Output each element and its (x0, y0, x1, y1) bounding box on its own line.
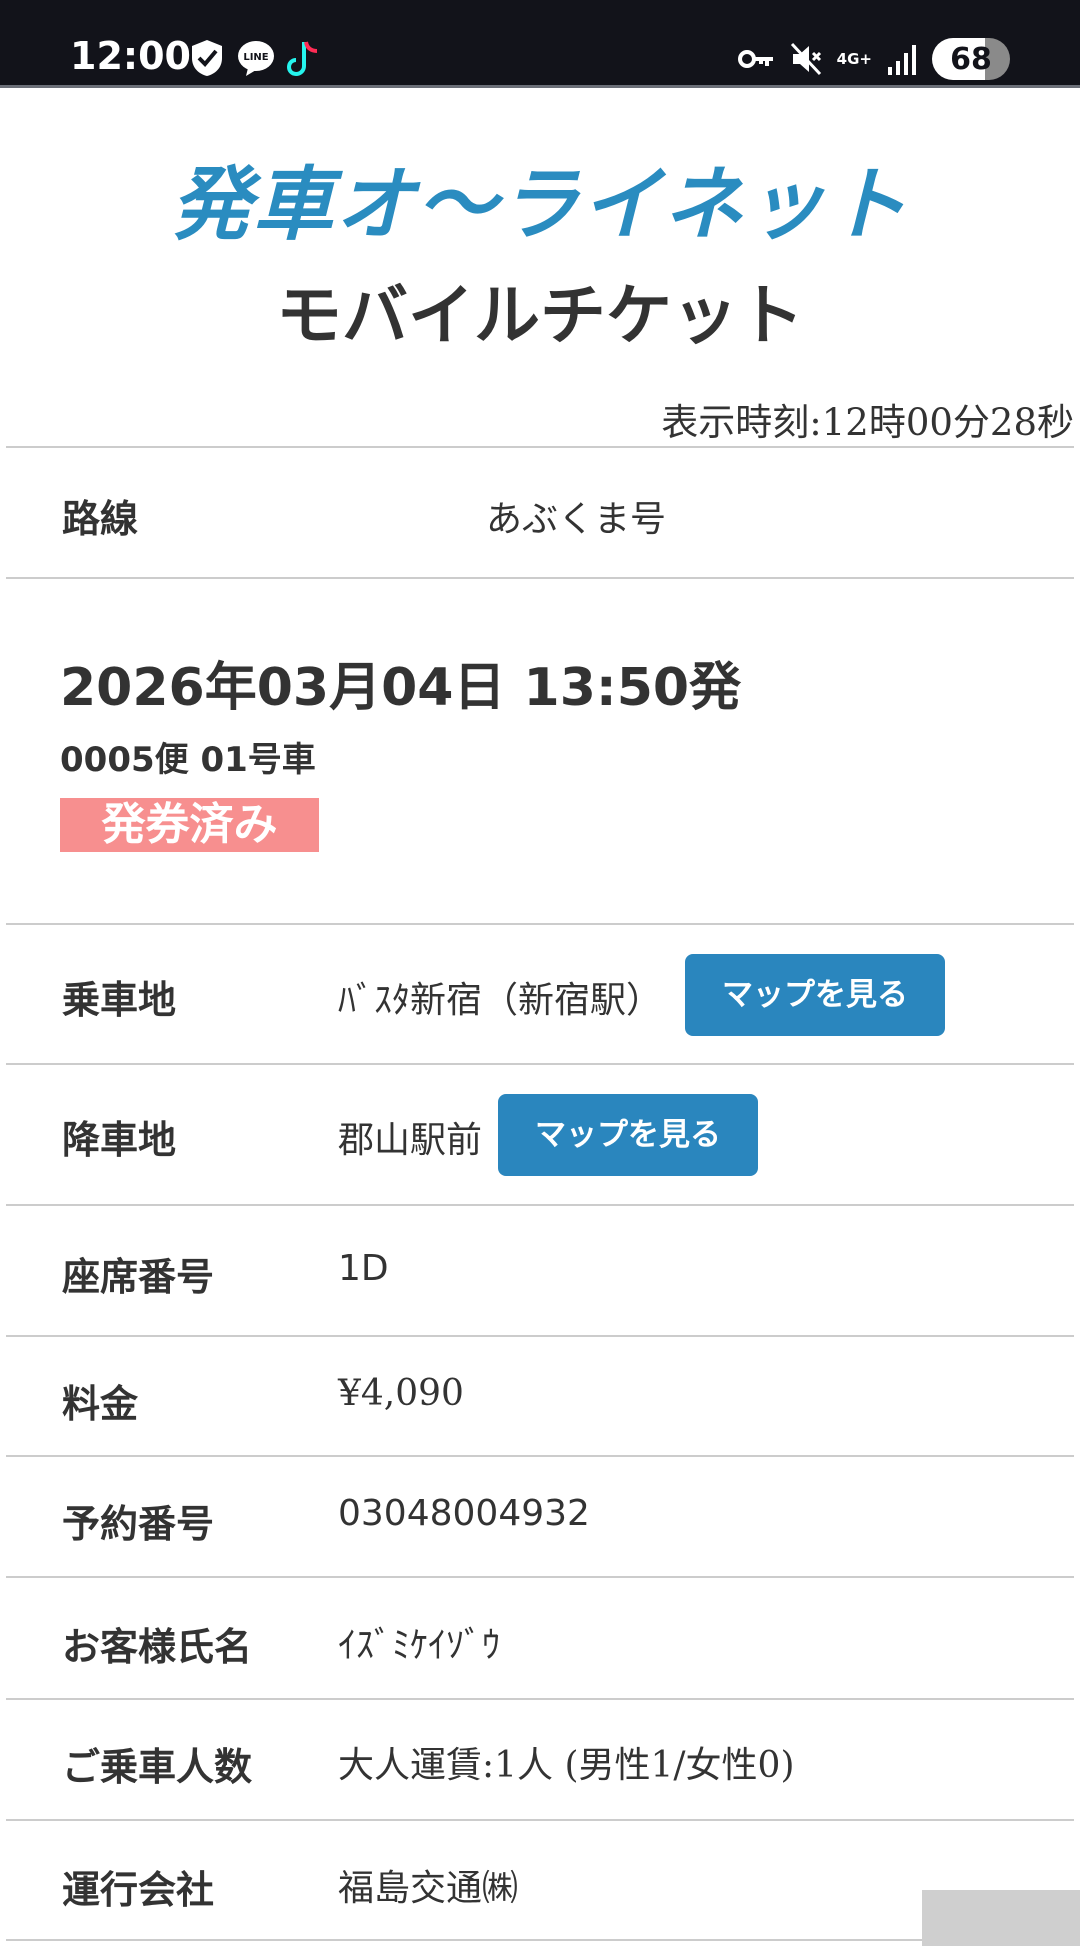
tiktok-icon (286, 38, 320, 78)
key-icon (737, 39, 775, 79)
status-left-icons: LINE (188, 38, 320, 78)
status-badge: 発券済み (60, 798, 319, 852)
operator-label: 運行会社 (62, 1868, 215, 1912)
alighting-value: 郡山駅前 (338, 1120, 483, 1161)
page-title: モバイルチケット (276, 277, 804, 354)
operator-row: 運行会社 福島交通㈱ (6, 1819, 1074, 1941)
boarding-map-button[interactable]: マップを見る (685, 954, 945, 1036)
boarding-value: ﾊﾞｽﾀ新宿（新宿駅） (338, 980, 663, 1021)
alighting-label: 降車地 (62, 1118, 177, 1162)
seat-row: 座席番号 1D (6, 1204, 1074, 1335)
fare-label: 料金 (62, 1382, 139, 1426)
alighting-map-button[interactable]: マップを見る (498, 1094, 758, 1176)
passengers-value: 大人運賃:1人 (男性1/女性0) (338, 1745, 795, 1786)
customer-value: ｲｽﾞﾐｹｲｿﾞｳ (338, 1625, 500, 1666)
scrollbar-thumb[interactable] (922, 1890, 1080, 1946)
boarding-row: 乗車地 ﾊﾞｽﾀ新宿（新宿駅） マップを見る (6, 923, 1074, 1063)
signal-icon (886, 39, 918, 79)
reservation-value: 03048004932 (338, 1493, 590, 1534)
boarding-label: 乗車地 (62, 978, 177, 1022)
shield-check-icon (188, 38, 226, 78)
display-time: 表示時刻:12時00分28秒 (661, 401, 1074, 444)
customer-label: お客様氏名 (62, 1625, 253, 1669)
status-right-icons: 4G+ 68 (737, 38, 1010, 80)
line-app-icon: LINE (236, 38, 276, 78)
route-row: 路線 あぶくま号 (6, 446, 1074, 577)
brand-logo: 発車オ～ライネット (171, 158, 909, 251)
svg-text:LINE: LINE (243, 52, 268, 63)
seat-value: 1D (338, 1248, 389, 1289)
seat-label: 座席番号 (62, 1255, 215, 1299)
battery-level: 68 (950, 41, 992, 77)
route-label: 路線 (62, 497, 139, 541)
reservation-row: 予約番号 03048004932 (6, 1455, 1074, 1576)
mute-icon (789, 39, 823, 79)
battery-indicator: 68 (932, 38, 1010, 80)
status-time: 12:00 (70, 34, 191, 78)
bus-number: 0005便 01号車 (60, 740, 316, 780)
reservation-label: 予約番号 (62, 1502, 215, 1546)
passengers-label: ご乗車人数 (62, 1745, 253, 1789)
status-bar: 12:00 LINE 4G+ 68 (0, 0, 1080, 88)
passengers-row: ご乗車人数 大人運賃:1人 (男性1/女性0) (6, 1698, 1074, 1819)
operator-value: 福島交通㈱ (338, 1868, 519, 1909)
alighting-row: 降車地 郡山駅前 マップを見る (6, 1063, 1074, 1204)
departure-datetime: 2026年03月04日 13:50発 (60, 658, 742, 718)
customer-row: お客様氏名 ｲｽﾞﾐｹｲｿﾞｳ (6, 1576, 1074, 1698)
fare-value: ¥4,090 (338, 1373, 464, 1414)
fare-row: 料金 ¥4,090 (6, 1335, 1074, 1455)
4g-icon: 4G+ (836, 50, 872, 68)
route-value: あぶくま号 (486, 499, 667, 540)
